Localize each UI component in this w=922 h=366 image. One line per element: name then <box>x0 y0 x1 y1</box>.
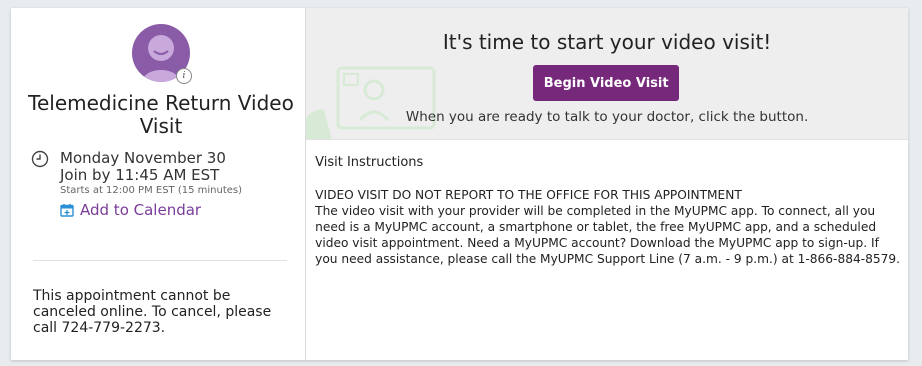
video-visit-banner: It's time to start your video visit! Beg… <box>306 8 908 140</box>
appointment-card: i Telemedicine Return Video Visit Monday… <box>11 8 908 360</box>
start-time-note: Starts at 12:00 PM EST (15 minutes) <box>60 185 243 196</box>
begin-video-visit-button[interactable]: Begin Video Visit <box>533 65 680 101</box>
video-call-illustration <box>306 66 436 139</box>
visit-instructions: Visit Instructions VIDEO VISIT DO NOT RE… <box>306 140 908 267</box>
visit-detail-panel: It's time to start your video visit! Beg… <box>306 8 908 360</box>
instructions-heading: Visit Instructions <box>315 155 424 170</box>
instructions-line: VIDEO VISIT DO NOT REPORT TO THE OFFICE … <box>315 188 742 202</box>
visit-type-title: Telemedicine Return Video Visit <box>28 91 294 138</box>
banner-subtitle: When you are ready to talk to your docto… <box>405 109 809 125</box>
cancellation-note: This appointment cannot be canceled onli… <box>33 288 272 336</box>
add-to-calendar-label: Add to Calendar <box>80 201 202 219</box>
divider <box>33 260 287 261</box>
instructions-line: video visit appointment. Need a MyUPMC a… <box>315 236 879 250</box>
provider-avatar-wrap: i <box>132 24 192 84</box>
instructions-body: VIDEO VISIT DO NOT REPORT TO THE OFFICE … <box>315 187 900 267</box>
calendar-add-icon <box>60 204 74 217</box>
join-by-time: Join by 11:45 AM EST <box>60 166 220 184</box>
clock-icon <box>31 150 49 168</box>
visit-date: Monday November 30 <box>60 149 226 167</box>
instructions-line: The video visit with your provider will … <box>315 204 876 218</box>
add-to-calendar-link[interactable]: Add to Calendar <box>60 201 201 219</box>
instructions-line: need is a MyUPMC account, a smartphone o… <box>315 220 877 234</box>
appointment-summary-panel: i Telemedicine Return Video Visit Monday… <box>11 8 307 360</box>
info-icon[interactable]: i <box>176 68 192 84</box>
instructions-line: you need assistance, please call the MyU… <box>315 252 900 266</box>
banner-title: It's time to start your video visit! <box>442 30 772 54</box>
